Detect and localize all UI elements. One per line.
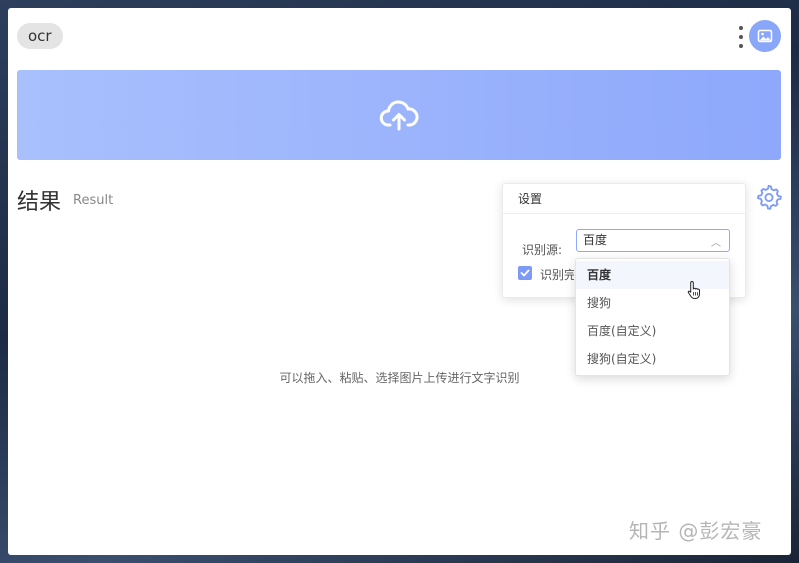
result-title: 结果	[17, 190, 62, 215]
recognize-checkbox-label: 识别完	[540, 268, 574, 282]
source-select[interactable]: 百度 ︿	[576, 229, 730, 252]
recognize-checkbox[interactable]	[518, 266, 532, 280]
settings-title: 设置	[503, 184, 745, 214]
source-option-baidu[interactable]: 百度	[576, 261, 729, 289]
source-option-baidu-custom[interactable]: 百度(自定义)	[576, 317, 729, 345]
gear-icon[interactable]	[756, 184, 782, 210]
image-icon	[757, 29, 773, 43]
image-avatar-button[interactable]	[749, 20, 781, 52]
source-label: 识别源:	[522, 243, 563, 257]
source-dropdown: 百度 搜狗 百度(自定义) 搜狗(自定义)	[575, 258, 730, 376]
source-select-value: 百度	[583, 233, 608, 247]
chevron-up-icon: ︿	[711, 238, 721, 249]
more-menu-icon[interactable]	[736, 26, 746, 48]
upload-area[interactable]	[17, 70, 781, 160]
source-option-sogou-custom[interactable]: 搜狗(自定义)	[576, 345, 729, 373]
app-tag[interactable]: ocr	[17, 23, 63, 49]
watermark: 知乎 @彭宏豪	[629, 519, 763, 543]
cloud-upload-icon	[379, 100, 419, 131]
source-option-sogou[interactable]: 搜狗	[576, 289, 729, 317]
check-icon	[520, 269, 530, 277]
result-subtitle: Result	[73, 193, 114, 208]
app-window: ocr 结果 Result 可以拖入、粘贴、选择图片上传进行文字识别 知乎 @彭…	[8, 8, 791, 555]
